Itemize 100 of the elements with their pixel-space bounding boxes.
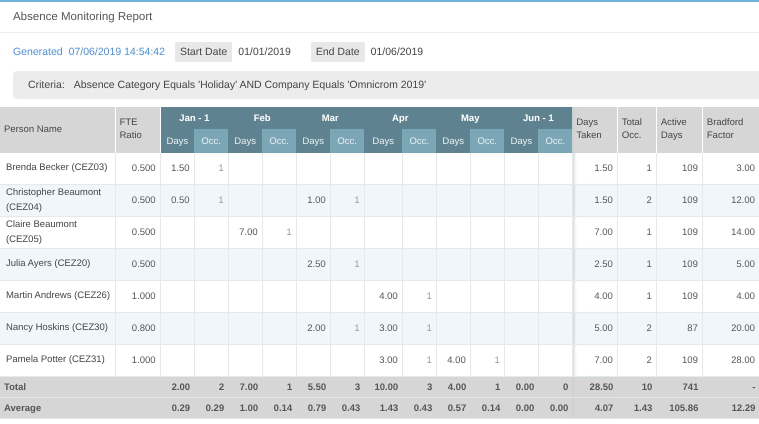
- table-cell: 1: [646, 163, 652, 174]
- table-cell: 10.00: [374, 382, 398, 392]
- table-cell: 109: [682, 259, 698, 270]
- table-cell: 12.29: [732, 402, 756, 414]
- person-name: Martin Andrews (CEZ26): [6, 290, 110, 302]
- table-cell: 0: [563, 382, 568, 392]
- subcolumn-header: Days: [160, 129, 194, 153]
- table-cell: 0.43: [342, 402, 360, 414]
- subcolumn-header: Days: [228, 129, 262, 153]
- month-header: Jun - 1: [504, 107, 572, 129]
- table-cell: 1: [354, 323, 360, 334]
- table-cell: 109: [682, 291, 698, 302]
- column-header: Active Days: [656, 107, 702, 153]
- table-cell: 0.500: [132, 259, 156, 270]
- table-cell: 0.79: [308, 402, 326, 414]
- end-date-value: 01/06/2019: [370, 46, 424, 58]
- table-cell: 1: [494, 355, 500, 366]
- table-cell: 0.00: [516, 382, 534, 392]
- table-cell: 0.800: [132, 323, 156, 334]
- table-cell: 1.00: [307, 195, 326, 206]
- table-cell: 3.00: [379, 355, 398, 366]
- table-cell: 1: [426, 323, 432, 334]
- table-cell: 1.50: [171, 163, 190, 174]
- start-date-value: 01/01/2019: [238, 46, 291, 58]
- table-cell: 3.00: [736, 163, 755, 174]
- criteria-text: Absence Category Equals 'Holiday' AND Company Equals 'Omnicrom 2019': [74, 79, 426, 91]
- table-cell: 2: [218, 382, 224, 392]
- table-cell: 2: [646, 195, 652, 206]
- table-cell: 2.50: [307, 259, 326, 270]
- table-cell: 4.00: [379, 291, 398, 302]
- table-cell: 14.00: [731, 227, 755, 238]
- table-cell: 3: [354, 382, 360, 392]
- table-cell: 1.000: [132, 355, 156, 366]
- table-cell: 0.29: [206, 402, 224, 414]
- table-cell: 1: [494, 382, 500, 392]
- table-cell: 5.50: [308, 382, 326, 392]
- subcolumn-header: Occ.: [194, 129, 228, 153]
- table-cell: 1.50: [594, 163, 613, 174]
- table-cell: 109: [682, 227, 698, 238]
- table-cell: 1: [354, 195, 360, 206]
- table-cell: 1: [286, 227, 292, 238]
- criteria-label: Criteria:: [28, 79, 65, 91]
- table-cell: 109: [682, 163, 698, 174]
- table-cell: 109: [682, 195, 698, 206]
- subcolumn-header: Occ.: [470, 129, 504, 153]
- table-cell: 1: [426, 355, 432, 366]
- table-cell: 1: [646, 259, 652, 270]
- table-cell: 2.00: [307, 323, 326, 334]
- person-name: Nancy Hoskins (CEZ30): [6, 322, 108, 334]
- table-cell: 4.00: [448, 382, 466, 392]
- table-cell: 0.00: [550, 402, 568, 414]
- table-cell: 1.43: [380, 402, 398, 414]
- table-cell: 1.00: [240, 402, 258, 414]
- table-cell: 0.500: [132, 163, 156, 174]
- footer-label: Total: [4, 382, 26, 392]
- subcolumn-header: Days: [364, 129, 402, 153]
- table-cell: 0.500: [132, 227, 156, 238]
- person-name: Christopher Beaumont (CEZ04): [6, 187, 102, 212]
- report-title: Absence Monitoring Report: [13, 11, 152, 23]
- table-cell: 0.14: [482, 402, 500, 414]
- person-name: Pamela Potter (CEZ31): [6, 354, 105, 366]
- table-cell: 1.000: [132, 291, 156, 302]
- table-cell: 87: [687, 323, 698, 334]
- table-cell: 28.00: [731, 355, 755, 366]
- table-cell: 4.00: [447, 355, 466, 366]
- table-cell: 4.00: [736, 291, 755, 302]
- subcolumn-header: Days: [504, 129, 538, 153]
- table-cell: 10: [642, 382, 652, 392]
- table-cell: 1: [218, 163, 224, 174]
- table-cell: 741: [682, 382, 698, 392]
- table-cell: 0.29: [172, 402, 190, 414]
- subcolumn-header: Days: [296, 129, 330, 153]
- generated-timestamp: 07/06/2019 14:54:42: [68, 46, 165, 58]
- column-header: Bradford Factor: [702, 107, 759, 153]
- table-cell: 1: [218, 195, 224, 206]
- table-cell: 1.50: [594, 195, 613, 206]
- end-date-label: End Date: [310, 42, 365, 62]
- table-cell: 105.86: [669, 402, 698, 414]
- table-cell: 12.00: [731, 195, 755, 206]
- table-cell: 28.50: [590, 382, 614, 392]
- person-name: Brenda Becker (CEZ03): [6, 162, 108, 174]
- table-cell: 5.00: [594, 323, 613, 334]
- table-cell: 3: [426, 382, 432, 392]
- table-cell: 0.500: [132, 195, 156, 206]
- table-cell: 1: [646, 291, 652, 302]
- column-header: Days Taken: [572, 107, 618, 153]
- table-cell: 0.57: [448, 402, 466, 414]
- person-name: Julia Ayers (CEZ20): [6, 258, 90, 270]
- table-cell: 0.50: [171, 195, 190, 206]
- table-cell: 1: [354, 259, 360, 270]
- generated-label: Generated: [13, 46, 63, 58]
- column-header: FTE Ratio: [115, 107, 160, 153]
- table-cell: 2: [646, 323, 652, 334]
- month-header: Mar: [296, 107, 364, 129]
- column-header: Total Occ.: [617, 107, 656, 153]
- table-cell: 1.43: [634, 402, 652, 414]
- table-cell: 4.00: [594, 291, 613, 302]
- table-cell: 0.43: [414, 402, 432, 414]
- table-cell: 2.00: [172, 382, 190, 392]
- subcolumn-header: Occ.: [538, 129, 572, 153]
